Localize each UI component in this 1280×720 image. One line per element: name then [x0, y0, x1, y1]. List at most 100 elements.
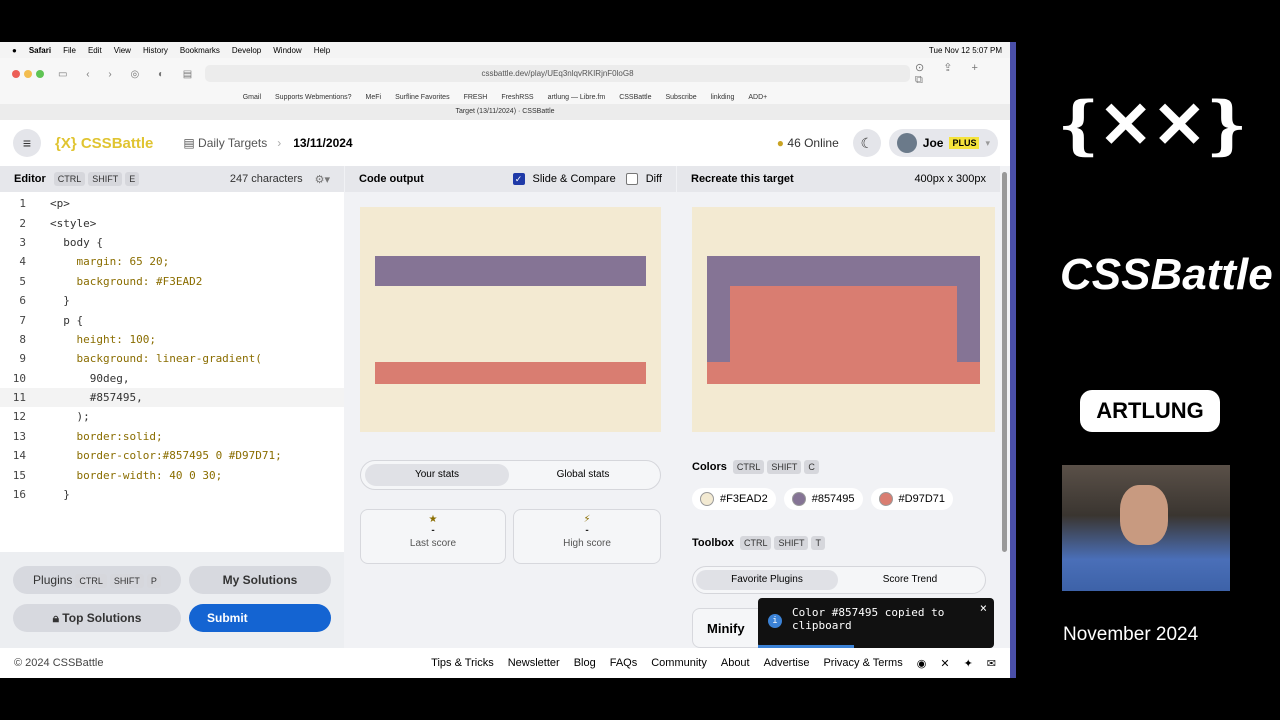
footer-link[interactable]: Advertise: [764, 657, 810, 669]
person-face: [1120, 485, 1168, 545]
code-line[interactable]: 7 p {: [0, 310, 344, 329]
bookmark[interactable]: Surfline Favorites: [395, 94, 449, 101]
color-hex: #D97D71: [898, 492, 946, 505]
breadcrumb-daily-targets[interactable]: ▤ Daily Targets: [183, 136, 267, 150]
tab-your-stats[interactable]: Your stats: [365, 464, 509, 486]
apple-icon[interactable]: ●: [12, 46, 17, 55]
zoom-window-button[interactable]: [36, 70, 44, 78]
top-solutions-button[interactable]: 🔒︎ Top Solutions: [13, 604, 181, 632]
menu-window[interactable]: Window: [273, 46, 301, 55]
mac-menubar: ● Safari File Edit View History Bookmark…: [0, 42, 1010, 58]
code-line[interactable]: 10 90deg,: [0, 369, 344, 388]
browser-tab[interactable]: Target (13/11/2024) · CSSBattle: [0, 104, 1010, 120]
dark-mode-toggle[interactable]: ☾: [852, 129, 881, 157]
code-line[interactable]: 2 <style>: [0, 213, 344, 232]
diff-checkbox[interactable]: [625, 173, 638, 185]
bookmark[interactable]: Gmail: [243, 94, 261, 101]
code-line[interactable]: 16 }: [0, 485, 344, 504]
output-purple-bar: [375, 256, 646, 286]
line-number: 15: [12, 468, 26, 482]
code-text: background: linear-gradient(: [50, 352, 262, 366]
menu-file[interactable]: File: [63, 46, 76, 55]
color-chip[interactable]: #F3EAD2: [692, 488, 776, 510]
menu-view[interactable]: View: [114, 46, 131, 55]
last-score-card: ★ - Last score: [360, 509, 506, 564]
tab-favorite-plugins[interactable]: Favorite Plugins: [696, 570, 838, 590]
bookmark[interactable]: Supports Webmentions?: [275, 94, 352, 101]
code-line[interactable]: 5 background: #F3EAD2: [0, 272, 344, 291]
code-line[interactable]: 11 #857495,: [0, 387, 344, 408]
code-line[interactable]: 8 height: 100;: [0, 330, 344, 349]
footer-link[interactable]: About: [721, 657, 750, 669]
tab-global-stats[interactable]: Global stats: [511, 464, 655, 486]
clock: Tue Nov 12 5:07 PM: [928, 45, 1002, 55]
menu-edit[interactable]: Edit: [88, 46, 102, 55]
code-line[interactable]: 4 margin: 65 20;: [0, 252, 344, 271]
close-icon[interactable]: ×: [980, 601, 987, 615]
footer-link[interactable]: Blog: [574, 657, 596, 669]
minimize-window-button[interactable]: [24, 70, 32, 78]
code-editor[interactable]: 1 <p> 2 <style> 3 body {4 margin: 65 20; 5 ba…: [0, 192, 344, 552]
hamburger-menu-button[interactable]: ≡: [13, 129, 41, 157]
line-number: 13: [12, 429, 26, 443]
footer-link[interactable]: Community: [651, 657, 707, 669]
cssbattle-logo[interactable]: {X} CSSBattle: [55, 135, 153, 152]
high-score-label: High score: [563, 538, 611, 549]
nav-buttons[interactable]: ▭ ‹ › ◎ ◐ ▤: [58, 69, 200, 80]
kbd: CTRL: [739, 536, 772, 550]
scrollbar[interactable]: [1002, 172, 1007, 552]
twitter-icon[interactable]: ✦: [964, 657, 973, 670]
toolbox-heading: Toolbox CTRL SHIFT T: [692, 536, 825, 550]
bookmark[interactable]: ADD+: [748, 94, 767, 101]
line-number: 14: [12, 449, 26, 463]
toolbar-actions[interactable]: ⊙ ⇪ + ⧉: [915, 61, 1010, 87]
minify-label: Minify: [707, 621, 745, 636]
tab-score-trend[interactable]: Score Trend: [839, 570, 981, 590]
menu-help[interactable]: Help: [314, 46, 330, 55]
bookmark[interactable]: FRESH: [464, 94, 488, 101]
code-line[interactable]: 1 <p>: [0, 194, 344, 213]
cssbattle-side-logo: {✕✕}: [1057, 88, 1248, 163]
footer-link[interactable]: Tips & Tricks: [431, 657, 494, 669]
menu-develop[interactable]: Develop: [232, 46, 261, 55]
address-bar[interactable]: cssbattle.dev/play/UEq3nlqvRKIRjnF0loG8: [205, 65, 910, 82]
email-icon[interactable]: ✉: [987, 657, 996, 670]
bookmark[interactable]: linkding: [711, 94, 735, 101]
code-line[interactable]: 3 body {: [0, 233, 344, 252]
target-size: 400px x 300px: [914, 173, 986, 185]
color-chip[interactable]: #857495: [783, 488, 863, 510]
bookmark[interactable]: MeFi: [366, 94, 382, 101]
menu-history[interactable]: History: [143, 46, 168, 55]
code-line[interactable]: 12 );: [0, 407, 344, 426]
copyright: © 2024 CSSBattle: [14, 657, 104, 669]
code-line[interactable]: 15 border-width: 40 0 30;: [0, 465, 344, 484]
bookmark[interactable]: CSSBattle: [619, 94, 651, 101]
settings-gear-icon[interactable]: ⚙▾: [315, 173, 330, 186]
kbd: T: [811, 536, 825, 550]
user-menu[interactable]: Joe PLUS ▾: [888, 129, 998, 157]
menu-bookmarks[interactable]: Bookmarks: [180, 46, 220, 55]
line-number: 9: [19, 352, 26, 366]
code-line[interactable]: 9 background: linear-gradient(: [0, 349, 344, 368]
plugins-button[interactable]: Plugins CTRL SHIFT P: [13, 566, 181, 594]
footer-link[interactable]: FAQs: [610, 657, 638, 669]
bookmark[interactable]: FreshRSS: [501, 94, 533, 101]
slide-compare-checkbox[interactable]: ✓: [512, 173, 525, 185]
footer-link[interactable]: Privacy & Terms: [823, 657, 902, 669]
my-solutions-button[interactable]: My Solutions: [189, 566, 331, 594]
discord-icon[interactable]: ◉: [917, 657, 927, 670]
code-line[interactable]: 13 border:solid;: [0, 427, 344, 446]
footer-link[interactable]: Newsletter: [508, 657, 560, 669]
color-chip[interactable]: #D97D71: [870, 488, 954, 510]
menu-safari[interactable]: Safari: [29, 46, 51, 55]
code-line[interactable]: 14 border-color:#857495 0 #D97D71;: [0, 446, 344, 465]
code-output-preview[interactable]: [360, 207, 661, 432]
bookmark[interactable]: artlung — Libre.fm: [548, 94, 606, 101]
bookmark[interactable]: Subscribe: [666, 94, 697, 101]
bluesky-icon[interactable]: ✕: [940, 657, 949, 670]
close-window-button[interactable]: [12, 70, 20, 78]
toast-message: Color #857495 copied to clipboard: [792, 606, 945, 632]
code-line[interactable]: 6 }: [0, 291, 344, 310]
submit-button[interactable]: Submit: [189, 604, 331, 632]
webcam-feed: [1062, 465, 1230, 591]
